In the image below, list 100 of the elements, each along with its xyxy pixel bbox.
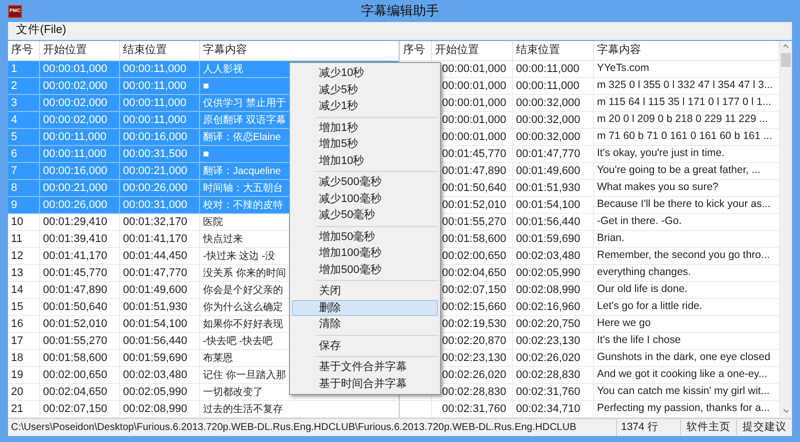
table-cell-text: 00:00:11,000	[43, 130, 106, 145]
table-cell-text: 你会是个好父亲的	[203, 284, 283, 298]
table-cell-text: 00:02:00,650	[43, 368, 108, 383]
column-header[interactable]: 结束位置	[120, 41, 200, 60]
table-cell-text: -快去吧 -快去吧	[203, 334, 272, 348]
table-cell-text: 15	[11, 300, 24, 315]
table-cell-text: 00:01:56,440	[516, 214, 580, 230]
status-link[interactable]: 提交建议	[736, 420, 792, 436]
table-cell-text: 00:00:01,000	[442, 112, 506, 128]
table-cell-text: m 325 0 l 355 0 l 332 47 l 354 47 l 3...	[597, 78, 773, 94]
table-cell-text: 00:01:50,640	[442, 180, 506, 196]
table-cell-text: 7	[11, 164, 18, 179]
table-cell-text: 6	[11, 146, 18, 162]
table-cell-text: 2	[11, 78, 18, 94]
table-cell-text: 00:00:16,000	[123, 130, 188, 145]
column-header[interactable]: 序号	[8, 41, 40, 60]
table-cell-text: You're going to be a great father, ...	[597, 163, 760, 178]
table-cell-text: 00:01:49,600	[123, 282, 188, 298]
table-cell-text: 如果你不好好表现	[203, 318, 283, 332]
table-cell-text: 00:00:31,000	[123, 198, 188, 213]
table-cell-text: 10	[11, 214, 24, 230]
table-cell-text: Our old life is done.	[597, 282, 688, 298]
table-cell-text: 过去的生活不复存	[203, 402, 283, 416]
table-cell-text: 00:00:26,000	[123, 180, 188, 196]
table-cell-text: 00:00:01,000	[43, 62, 108, 77]
menu-item[interactable]: 删除	[292, 300, 438, 316]
table-cell-text: 20	[11, 384, 24, 400]
menu-item[interactable]: 文件(File)	[12, 22, 70, 40]
table-cell-text: 00:01:58,600	[442, 232, 506, 247]
table-cell-text: 00:02:20,750	[516, 316, 580, 332]
table-cell-text: 00:00:01,000	[442, 96, 506, 111]
table-cell-text: 00:01:59,690	[123, 350, 188, 366]
table-cell-text: 仅供学习 禁止用于	[203, 96, 286, 110]
table-cell-text: 00:00:31,500	[123, 146, 188, 162]
table-cell-text: 00:00:11,000	[123, 112, 186, 128]
column-header[interactable]: 序号	[400, 41, 432, 60]
table-cell-text: 00:00:02,000	[43, 78, 108, 94]
table-cell-text: 00:00:02,000	[43, 112, 108, 128]
table-cell-text: everything changes.	[597, 265, 691, 280]
table-cell-text: 00:00:21,000	[123, 164, 188, 179]
table-cell-text: 00:01:55,270	[43, 334, 108, 349]
table-cell-text: 00:02:31,760	[442, 402, 506, 417]
table-cell-text: 00:01:49,600	[516, 164, 580, 179]
table-cell-text: 00:02:00,650	[442, 248, 506, 264]
table-cell-text: ■	[203, 148, 210, 162]
table-cell-text: 12	[11, 248, 24, 264]
table-cell-text: 00:02:26,020	[516, 350, 580, 366]
table-cell-text: 00:01:56,440	[123, 334, 188, 349]
table-cell-text: Because I'll be there to kick your as...	[597, 197, 771, 212]
table-cell-text: 快点过来	[203, 232, 243, 246]
table-cell-text: 00:01:32,170	[123, 214, 188, 230]
table-cell-text: 00:00:11,000	[516, 78, 580, 94]
status-link[interactable]: 软件主页	[680, 420, 736, 436]
table-cell-text: 13	[11, 266, 24, 281]
table-cell-text: 00:02:23,130	[516, 334, 580, 349]
column-header[interactable]: 字幕内容	[200, 41, 399, 60]
table-cell-text: 翻译：Jacqueline	[203, 164, 281, 178]
table-cell-text: Here we go	[597, 316, 651, 332]
table-cell-text: 00:01:41,170	[123, 232, 188, 247]
table-cell-text: 00:02:07,150	[43, 402, 108, 417]
table-cell-text: 9	[11, 198, 18, 213]
table-cell-text: 一切都改变了	[203, 386, 263, 400]
scroll-thumb[interactable]	[781, 53, 791, 67]
table-cell-text: 00:01:47,890	[442, 164, 506, 179]
table-cell-text: 00:01:47,890	[43, 282, 108, 298]
table-cell-text: 00:01:55,270	[442, 214, 506, 230]
table-cell-text: 00:00:26,000	[43, 198, 108, 213]
file-path: C:\Users\Poseidon\Desktop\Furious.6.2013.720p.WEB-DL.Rus.Eng.HDCLUB\Furious.6.2013.720p.WEB-DL.Rus.Eng.HDCLUB	[11, 421, 576, 435]
table-cell-text: 00:01:50,640	[43, 300, 108, 315]
scrollbar[interactable]	[780, 41, 792, 418]
table-cell-text: 00:01:54,100	[516, 198, 580, 213]
column-header[interactable]: 开始位置	[40, 41, 120, 60]
table-cell-text: 00:02:05,990	[516, 266, 580, 281]
table-cell-text: It's the life I chose	[597, 333, 681, 348]
table-cell-text: 4	[11, 112, 18, 128]
column-header[interactable]: 开始位置	[432, 41, 513, 60]
table-cell-text: -快过来 这边 -没	[203, 250, 276, 264]
table-cell-text: 记住 你一旦踏入那	[203, 368, 286, 382]
table-cell-text: Brian.	[597, 231, 624, 246]
table-cell-text: 00:02:19,530	[442, 316, 506, 332]
column-header[interactable]: 结束位置	[513, 41, 594, 60]
table-cell-text: 00:00:01,000	[442, 78, 506, 94]
table-row[interactable]: 21 00:02:07,150 00:02:08,990 过去的生活不复存	[8, 401, 399, 418]
table-cell-text: 00:02:34,710	[516, 402, 580, 417]
table-cell-text: 00:01:44,450	[123, 248, 188, 264]
table-cell-text: 18	[11, 350, 24, 366]
table-cell-text: 00:00:11,000	[43, 146, 106, 162]
table-cell-text: 00:00:02,000	[43, 96, 108, 111]
table-cell-text: It's okay, you're just in time.	[597, 146, 725, 162]
table-cell-text: 00:01:51,930	[516, 180, 580, 196]
table-cell-text: 没关系 你来的时间	[203, 266, 286, 280]
table-cell-text: 00:01:45,770	[442, 146, 506, 162]
table-cell-text: 00:00:16,000	[43, 164, 108, 179]
table-cell-text: 00:01:52,010	[43, 316, 108, 332]
window-title: 字幕编辑助手	[361, 2, 439, 20]
line-count: 1374 行	[621, 420, 658, 435]
table-cell-text: 14	[11, 282, 24, 298]
table-cell-text: 17	[11, 334, 24, 349]
table-cell-text: 00:02:20,870	[442, 334, 506, 349]
table-cell-text: 翻译：依恋Elaine	[203, 130, 281, 144]
